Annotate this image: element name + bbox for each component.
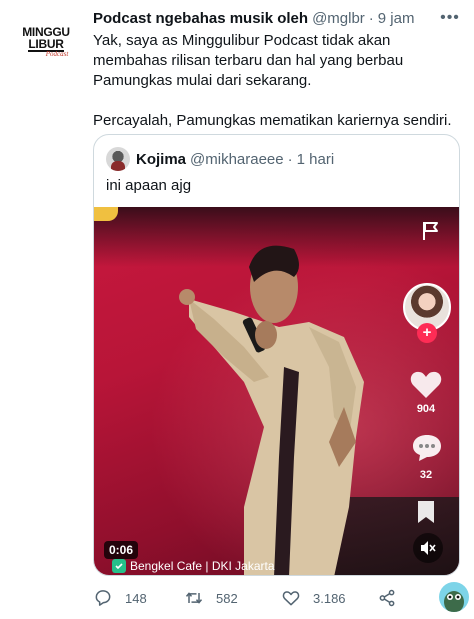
share-button[interactable] [377, 584, 409, 612]
author-handle[interactable]: @mglbr [312, 10, 365, 27]
mute-button[interactable] [413, 533, 443, 563]
reply-button[interactable]: 148 [93, 584, 147, 612]
video-location: Bengkel Cafe | DKI Jakarta [112, 557, 275, 575]
more-label: ••• [440, 9, 460, 26]
heart-icon[interactable] [409, 370, 443, 400]
tweet-time[interactable]: 9 jam [378, 10, 415, 27]
follow-button[interactable]: + [417, 323, 437, 343]
author-name[interactable]: Podcast ngebahas musik oleh [93, 10, 308, 27]
quoted-author-handle[interactable]: @mikharaeee [190, 151, 284, 168]
quoted-tweet-time[interactable]: 1 hari [297, 151, 335, 168]
separator: · [287, 150, 293, 168]
retweet-button[interactable]: 582 [184, 584, 238, 612]
bookmark-icon[interactable] [413, 499, 439, 525]
comment-icon[interactable] [411, 433, 443, 463]
account-avatar[interactable]: MINGGU LIBUR Podcast [16, 12, 76, 72]
quoted-author-name[interactable]: Kojima [136, 151, 186, 168]
location-label: Bengkel Cafe | DKI Jakarta [130, 559, 275, 573]
reply-count: 148 [125, 590, 147, 606]
tweet-paragraph-2: Percayalah, Pamungkas mematikan karierny… [93, 112, 452, 129]
tweet-actions: 148 582 3.186 [93, 582, 473, 612]
retweet-icon [185, 592, 203, 604]
mascot-avatar[interactable] [439, 582, 469, 612]
tiktok-sidebar: + 904 32 [403, 207, 453, 575]
tweet-header: Podcast ngebahas musik oleh @mglbr · 9 j… [93, 8, 434, 28]
retweet-count: 582 [216, 590, 238, 606]
flag-icon[interactable] [419, 219, 443, 243]
mute-icon [421, 541, 436, 555]
like-button[interactable]: 3.186 [281, 584, 346, 612]
tweet[interactable]: MINGGU LIBUR Podcast Podcast ngebahas mu… [0, 0, 474, 619]
like-icon [282, 591, 300, 606]
quoted-tweet-header: Kojima @mikharaeee · 1 hari [106, 147, 334, 171]
video-likes-count: 904 [416, 403, 436, 415]
quoted-tweet-text: ini apaan ajg [106, 177, 192, 194]
more-icon[interactable]: ••• [438, 8, 462, 28]
share-icon [379, 589, 395, 607]
separator: · [368, 9, 374, 27]
reply-icon [95, 590, 111, 606]
tweet-text: Yak, saya as Minggulibur Podcast tidak a… [93, 31, 461, 151]
quoted-video[interactable]: + 904 32 0:06 Bengkel Cafe | DKI Jakarta [94, 207, 459, 575]
quoted-tweet[interactable]: Kojima @mikharaeee · 1 hari ini apaan aj… [93, 134, 460, 576]
tweet-paragraph-1: Yak, saya as Minggulibur Podcast tidak a… [93, 32, 404, 89]
quoted-author-avatar[interactable] [106, 147, 130, 171]
video-comments-count: 32 [419, 469, 433, 481]
logo-line-3: Podcast [45, 50, 69, 58]
location-icon [112, 559, 126, 573]
like-count: 3.186 [313, 590, 346, 606]
